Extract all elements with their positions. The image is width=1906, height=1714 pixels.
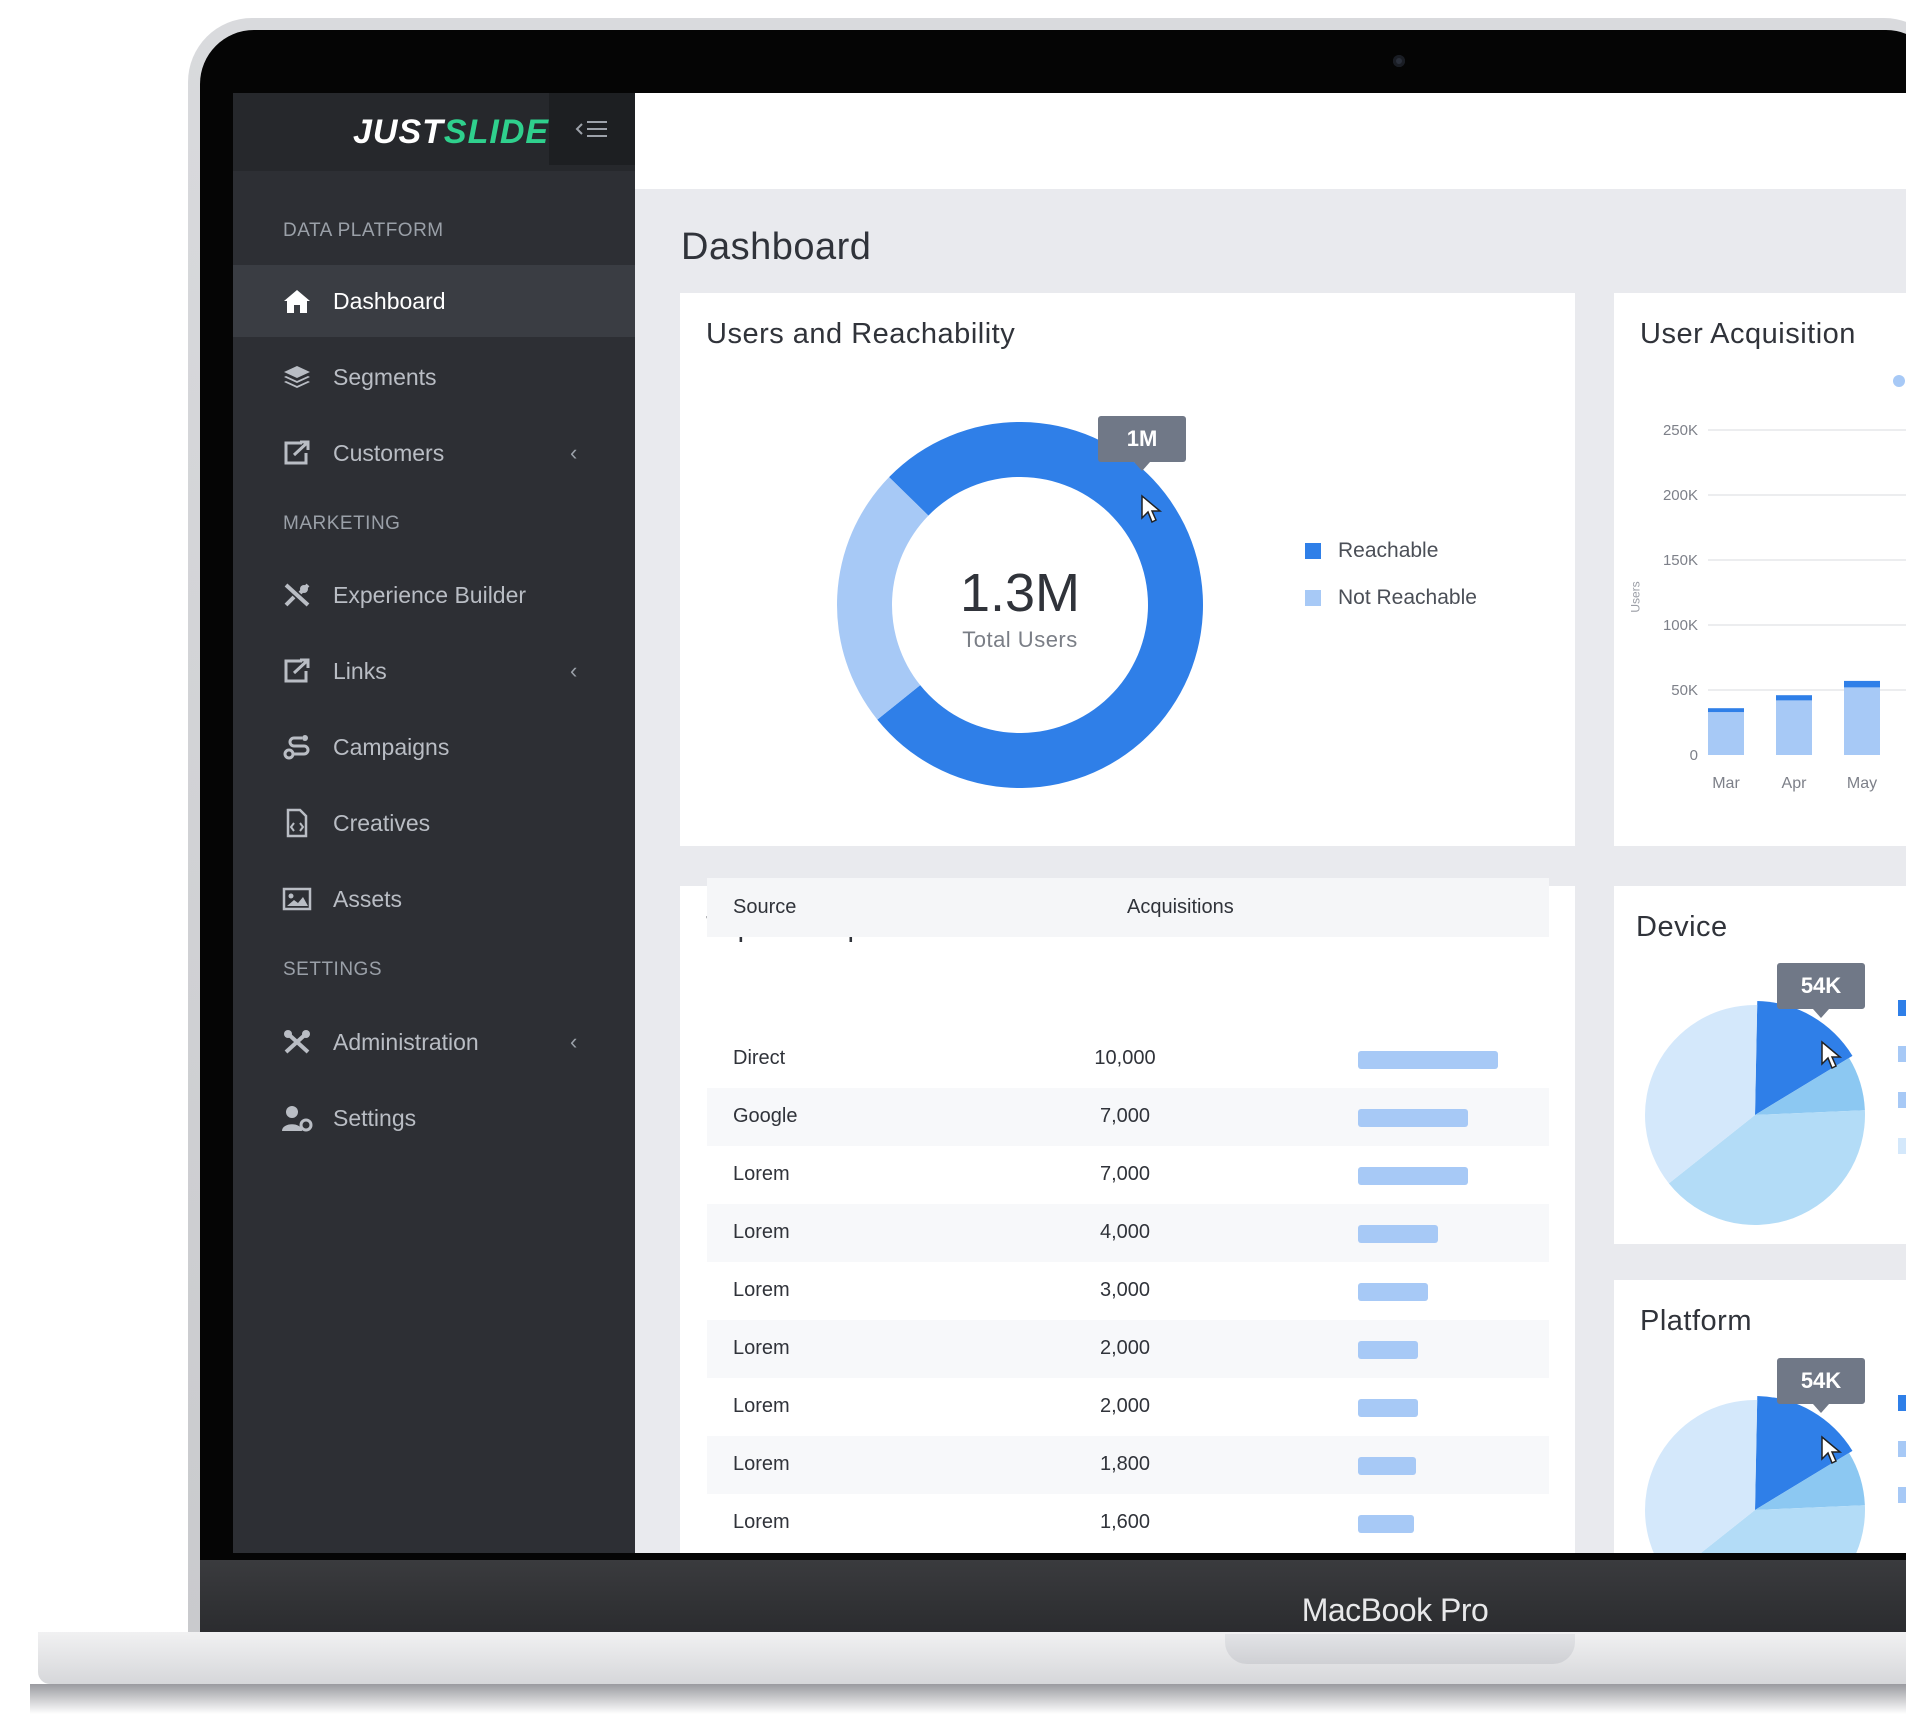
x-tick-label: Mar — [1712, 775, 1740, 792]
acquisitions-cell: 2,000 — [1099, 1337, 1151, 1359]
acquisition-bar — [1358, 1515, 1414, 1533]
source-cell: Google — [733, 1105, 798, 1127]
table-row[interactable]: Lorem 2,000 — [707, 1378, 1549, 1436]
card-title: Device — [1636, 911, 1728, 943]
acquisition-bar — [1358, 1457, 1416, 1475]
legend-swatch — [1898, 1395, 1906, 1411]
laptop-base-notch — [1225, 1634, 1575, 1664]
table-row[interactable]: Lorem 1,600 — [707, 1494, 1549, 1552]
legend-label: Not Reachable — [1338, 586, 1477, 609]
source-cell: Lorem — [733, 1163, 790, 1185]
source-cell: Lorem — [733, 1279, 790, 1301]
table-row[interactable]: Lorem 3,000 — [707, 1262, 1549, 1320]
table-row[interactable]: Lorem 2,000 — [707, 1320, 1549, 1378]
legend-not-reachable[interactable]: Not Reachable — [1305, 586, 1477, 610]
reachable-tooltip: 1M — [1098, 416, 1186, 471]
acquisition-bar-apr[interactable] — [1776, 700, 1812, 755]
source-cell: Lorem — [733, 1221, 790, 1243]
table-row[interactable]: Direct 10,000 — [707, 1030, 1549, 1088]
source-cell: Lorem — [733, 1511, 790, 1533]
acquisition-bar-top-mar[interactable] — [1708, 708, 1744, 713]
table-row[interactable]: Lorem 4,000 — [707, 1204, 1549, 1262]
device-label: MacBook Pro — [1301, 1592, 1489, 1628]
acquisition-bar — [1358, 1341, 1418, 1359]
total-users-value: 1.3M — [959, 563, 1081, 623]
acquisitions-cell: 3,000 — [1099, 1279, 1151, 1301]
laptop-chin — [200, 1560, 1906, 1632]
source-cell: Direct — [733, 1047, 786, 1069]
acquisition-bar — [1358, 1399, 1418, 1417]
card-title: Users and Reachability — [706, 318, 1016, 350]
y-tick-label: 250K — [1663, 422, 1698, 439]
donut-slice-not-reachable[interactable] — [837, 477, 929, 720]
table-row[interactable]: Lorem 7,000 — [707, 1146, 1549, 1204]
column-header-source[interactable]: Source — [733, 896, 796, 919]
acquisition-bar — [1358, 1109, 1468, 1127]
acquisition-bar — [1358, 1283, 1428, 1301]
card-title: User Acquisition — [1640, 318, 1856, 350]
acquisitions-cell: 1,600 — [1099, 1511, 1151, 1533]
platform-tooltip: 54K — [1777, 1358, 1865, 1413]
legend-swatch — [1898, 1046, 1906, 1062]
acquisitions-cell: 7,000 — [1099, 1163, 1151, 1185]
device-pie-chart — [1645, 1001, 1865, 1225]
table-row[interactable]: Google 7,000 — [707, 1088, 1549, 1146]
legend-swatch — [1305, 543, 1321, 559]
acquisitions-cell: 7,000 — [1099, 1105, 1151, 1127]
table-row[interactable]: Lorem 1,800 — [707, 1436, 1549, 1494]
source-cell: Lorem — [733, 1337, 790, 1359]
acquisition-bar — [1358, 1167, 1468, 1185]
acquisition-bar-top-may[interactable] — [1844, 680, 1880, 688]
webcam-icon — [1393, 55, 1405, 67]
table-header: Source Acquisitions — [707, 878, 1549, 937]
acquisitions-cell: 10,000 — [1094, 1047, 1156, 1069]
legend-swatch — [1898, 1092, 1906, 1108]
card-title: Platform — [1640, 1305, 1752, 1337]
source-cell: Lorem — [733, 1453, 790, 1475]
laptop-base — [38, 1632, 1906, 1684]
acquisition-bar-top-apr[interactable] — [1776, 695, 1812, 701]
acquisitions-cell: 2,000 — [1099, 1395, 1151, 1417]
acquisitions-cell: 4,000 — [1099, 1221, 1151, 1243]
legend-swatch — [1305, 590, 1321, 606]
main-content: Users and Reachability 1.3M Total Users … — [233, 93, 1906, 1553]
legend-label: Reachable — [1338, 539, 1439, 562]
acquisition-bar-may[interactable] — [1844, 687, 1880, 755]
cursor-icon — [1820, 1435, 1844, 1472]
source-cell: Lorem — [733, 1395, 790, 1417]
x-tick-label: May — [1847, 775, 1877, 792]
acquisition-bar — [1358, 1225, 1438, 1243]
user-acquisition-chart: 250K 200K 150K 100K 50K 0 Mar Apr May — [1663, 422, 1906, 792]
y-tick-label: 50K — [1671, 682, 1698, 699]
legend-reachable[interactable]: Reachable — [1305, 539, 1438, 563]
acquisitions-cell: 1,800 — [1099, 1453, 1151, 1475]
y-tick-label: 0 — [1690, 747, 1698, 764]
y-tick-label: 100K — [1663, 617, 1698, 634]
y-tick-label: 200K — [1663, 487, 1698, 504]
legend-swatch — [1898, 1000, 1906, 1016]
legend-swatch — [1898, 1441, 1906, 1457]
legend-dot-icon — [1893, 375, 1905, 387]
x-tick-label: Apr — [1782, 775, 1808, 792]
laptop-shadow — [30, 1684, 1906, 1714]
acquisition-bar-mar[interactable] — [1708, 712, 1744, 755]
y-tick-label: 150K — [1663, 552, 1698, 569]
legend-swatch — [1898, 1138, 1906, 1154]
device-tooltip: 54K — [1777, 963, 1865, 1018]
cursor-icon — [1820, 1040, 1844, 1077]
total-users-label: Total Users — [962, 627, 1078, 652]
column-header-acquisitions[interactable]: Acquisitions — [1127, 896, 1234, 919]
legend-swatch — [1898, 1487, 1906, 1503]
cursor-icon — [1140, 494, 1164, 531]
acquisition-bar — [1358, 1051, 1498, 1069]
